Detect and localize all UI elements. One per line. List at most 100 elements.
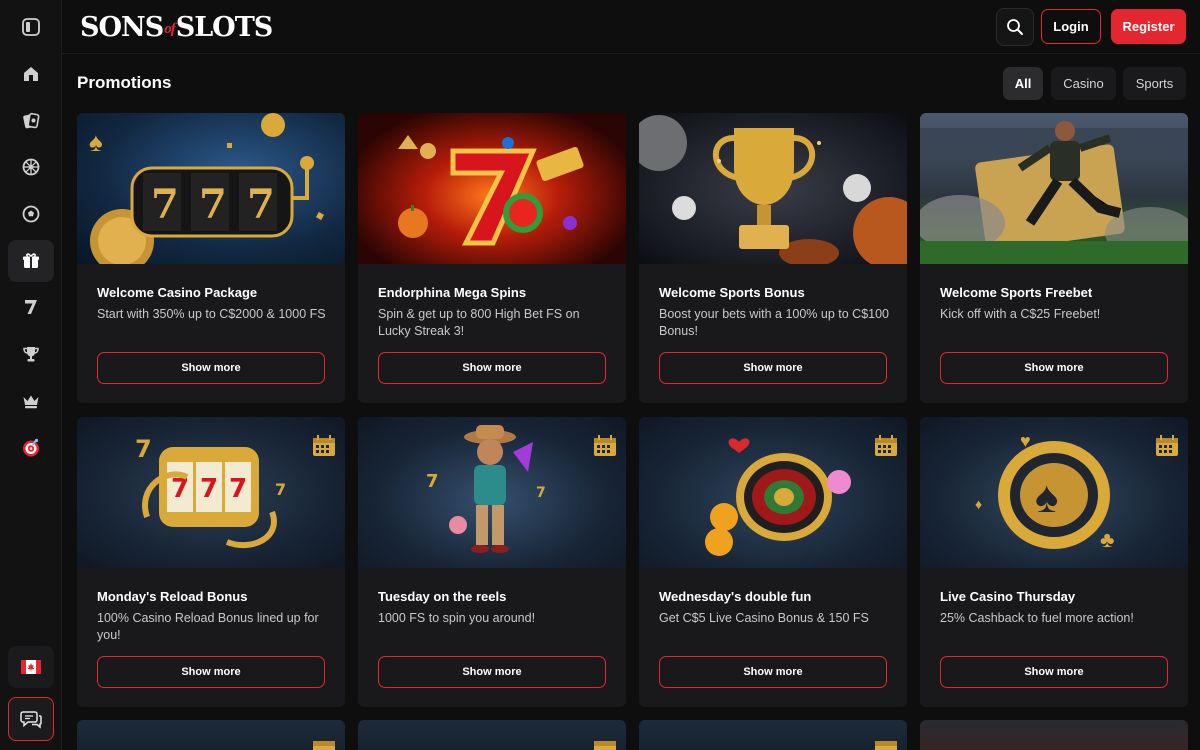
chat-icon [20, 711, 42, 729]
seven-icon [25, 300, 37, 314]
svg-text:7: 7 [199, 181, 227, 228]
promo-description: Boost your bets with a 100% up to C$100 … [659, 307, 890, 338]
roulette-icon [22, 158, 40, 176]
svg-text:7: 7 [171, 474, 189, 504]
trophy-icon [23, 347, 39, 362]
promo-card[interactable]: Welcome Sports Freebet Kick off with a C… [920, 113, 1188, 403]
promo-card[interactable]: 7 7 7 ♠ Welcome Casino Package Start wit… [77, 113, 345, 403]
show-more-button[interactable]: Show more [940, 656, 1168, 688]
sidebar-item-wheel[interactable] [8, 427, 54, 469]
sidebar-item-sports[interactable] [8, 193, 54, 235]
cowboy-character-illustration: 7 7 [426, 425, 546, 553]
logo-text-left: SONS [80, 11, 164, 43]
show-more-button[interactable]: Show more [659, 656, 887, 688]
calendar-icon [875, 435, 897, 456]
canada-flag-icon [21, 660, 41, 674]
fortune-wheel-icon [23, 438, 39, 457]
show-more-button[interactable]: Show more [659, 352, 887, 384]
brand-logo[interactable]: SONS of SLOTS [80, 10, 274, 44]
promo-card[interactable]: Welcome Sports Bonus Boost your bets wit… [639, 113, 907, 403]
sidebar-item-tournaments[interactable] [8, 333, 54, 375]
svg-text:♦: ♦ [975, 496, 982, 512]
svg-text:7: 7 [229, 474, 247, 504]
show-more-button[interactable]: Show more [97, 352, 325, 384]
svg-text:7: 7 [536, 485, 546, 501]
promo-title: Welcome Casino Package [97, 285, 258, 300]
football-player-illustration [920, 121, 1188, 264]
promo-image [358, 113, 626, 264]
sidebar-item-home[interactable] [8, 53, 54, 95]
roulette-illustration [705, 438, 851, 556]
sidebar-item-promotions[interactable] [8, 240, 54, 282]
promo-description: Start with 350% up to C$2000 & 1000 FS [97, 307, 326, 321]
promo-description: Get C$5 Live Casino Bonus & 150 FS [659, 611, 869, 625]
svg-text:♠: ♠ [89, 127, 103, 157]
svg-text:♠: ♠ [1035, 473, 1058, 522]
svg-text:7: 7 [151, 181, 179, 228]
svg-text:7: 7 [135, 435, 152, 463]
svg-text:7: 7 [275, 480, 286, 499]
login-button[interactable]: Login [1041, 9, 1101, 44]
register-button[interactable]: Register [1111, 9, 1186, 44]
gift-icon [23, 253, 39, 268]
promo-card-partial[interactable] [639, 720, 907, 750]
show-more-button[interactable]: Show more [378, 352, 606, 384]
svg-text:7: 7 [200, 474, 218, 504]
promo-title: Live Casino Thursday [940, 589, 1076, 604]
promo-title: Welcome Sports Bonus [659, 285, 805, 300]
promo-title: Welcome Sports Freebet [940, 285, 1093, 300]
promo-description: Spin & get up to 800 High Bet FS on Luck… [378, 307, 580, 338]
app-root: SONS of SLOTS Login Register Promotions … [0, 0, 1200, 750]
trophy-illustration [639, 115, 907, 264]
sidebar-item-slots[interactable] [8, 286, 54, 328]
promo-description: 25% Cashback to fuel more action! [940, 611, 1134, 625]
sidebar-item-live-casino[interactable] [8, 146, 54, 188]
slot-machine-illustration: 7 7 7 ♠ [89, 113, 325, 264]
promo-card-partial[interactable] [920, 720, 1188, 750]
cards-icon [23, 112, 40, 129]
promo-image: 7 7 [358, 417, 626, 568]
panel-toggle-icon [22, 18, 40, 36]
promo-card[interactable]: 7 7 Tuesday on the reels 1000 FS to spin… [358, 417, 626, 707]
language-selector-button[interactable] [8, 646, 54, 688]
svg-text:7: 7 [247, 181, 275, 228]
promo-title: Monday's Reload Bonus [97, 589, 248, 604]
sidebar-item-vip[interactable] [8, 380, 54, 422]
filter-tab-casino[interactable]: Casino [1051, 67, 1116, 100]
promo-image [639, 113, 907, 264]
lucky-seven-illustration [398, 135, 584, 246]
promo-card-partial[interactable] [358, 720, 626, 750]
promo-image [639, 417, 907, 568]
search-button[interactable] [996, 8, 1034, 46]
promo-description: 1000 FS to spin you around! [378, 611, 536, 625]
calendar-icon [594, 435, 616, 456]
logo-text-of: of [164, 20, 175, 37]
svg-text:♥: ♥ [1020, 431, 1031, 451]
crown-icon [23, 395, 39, 409]
sidebar [0, 0, 62, 750]
svg-text:7: 7 [426, 471, 439, 492]
promo-image [920, 113, 1188, 264]
promo-card[interactable]: ♠ ♥ ♣ ♦ Live Casino Thursday 25% Cashbac… [920, 417, 1188, 707]
promo-card[interactable]: Endorphina Mega Spins Spin & get up to 8… [358, 113, 626, 403]
logo-text-right: SLOTS [175, 11, 274, 43]
calendar-icon [875, 741, 897, 750]
promo-card[interactable]: Wednesday's double fun Get C$5 Live Casi… [639, 417, 907, 707]
filter-tab-sports[interactable]: Sports [1123, 67, 1186, 100]
sidebar-toggle-button[interactable] [8, 6, 54, 48]
promo-image: ♠ ♥ ♣ ♦ [920, 417, 1188, 568]
show-more-button[interactable]: Show more [378, 656, 606, 688]
calendar-icon [313, 435, 335, 456]
show-more-button[interactable]: Show more [97, 656, 325, 688]
promo-description: Kick off with a C$25 Freebet! [940, 307, 1101, 321]
show-more-button[interactable]: Show more [940, 352, 1168, 384]
filter-tab-all[interactable]: All [1003, 67, 1043, 100]
sidebar-item-casino[interactable] [8, 100, 54, 142]
reload-slot-illustration: 7 7 7 7 7 [135, 435, 286, 549]
promo-image: 7 7 7 ♠ [77, 113, 345, 264]
calendar-icon [313, 741, 335, 750]
live-chat-button[interactable] [8, 697, 54, 741]
promo-title: Wednesday's double fun [659, 589, 812, 604]
promo-card-partial[interactable] [77, 720, 345, 750]
promo-card[interactable]: 7 7 7 7 7 Monday's Reload Bonus 100% Cas… [77, 417, 345, 707]
